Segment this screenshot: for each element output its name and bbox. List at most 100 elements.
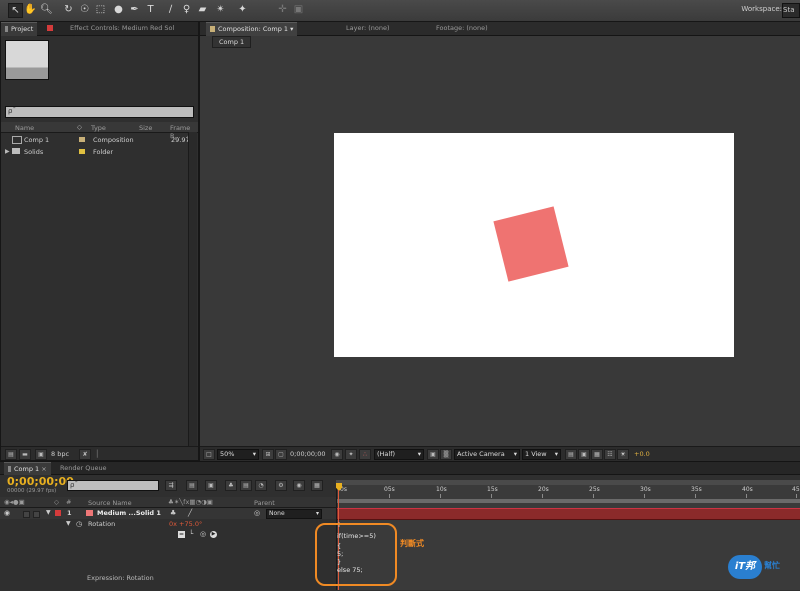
eye-icon[interactable]: ◉ bbox=[4, 509, 10, 517]
lock-toggle[interactable] bbox=[33, 511, 40, 518]
exposure-value[interactable]: +0.0 bbox=[634, 450, 650, 458]
puppet-pin-tool-icon[interactable]: ✦ bbox=[236, 3, 249, 16]
resolution-select[interactable]: (Half) ▾ bbox=[374, 449, 424, 460]
disclosure-triangle-icon[interactable]: ▼ bbox=[66, 520, 71, 527]
layer-name[interactable]: Medium ...Solid 1 bbox=[97, 509, 161, 517]
type-tool-icon[interactable]: T bbox=[144, 3, 157, 16]
composition-canvas[interactable] bbox=[334, 133, 734, 357]
frame-blending-icon[interactable]: ▤ bbox=[240, 480, 252, 491]
tab-composition[interactable]: Composition: Comp 1 ▾ bbox=[206, 22, 298, 36]
pen-tool-icon[interactable]: ✒ bbox=[128, 3, 141, 16]
layer-label-swatch[interactable] bbox=[55, 510, 61, 516]
reset-exposure-icon[interactable]: ☀ bbox=[617, 449, 629, 460]
eraser-tool-icon[interactable]: ▰ bbox=[196, 3, 209, 16]
work-area-bar[interactable] bbox=[337, 499, 800, 503]
tab-render-queue[interactable]: Render Queue bbox=[56, 462, 111, 474]
graph-editor-icon[interactable]: ▦ bbox=[311, 480, 323, 491]
col-type[interactable]: Type bbox=[91, 124, 106, 132]
toggle-pixel-aspect-icon[interactable]: ▤ bbox=[565, 449, 577, 460]
pick-whip-icon[interactable]: ◎ bbox=[254, 509, 260, 517]
pan-behind-tool-icon[interactable]: ⬚ bbox=[94, 3, 107, 16]
tab-layer[interactable]: Layer: (none) bbox=[342, 22, 394, 35]
medium-red-solid-layer[interactable] bbox=[493, 206, 569, 282]
bit-depth-button[interactable]: 8 bpc bbox=[51, 450, 69, 458]
disclosure-triangle-icon[interactable]: ▶ bbox=[5, 148, 10, 155]
comp-flowchart-icon[interactable]: ☷ bbox=[604, 449, 616, 460]
rectangle-tool-icon[interactable]: ● bbox=[112, 3, 125, 16]
always-preview-icon[interactable]: □ bbox=[203, 449, 215, 460]
hide-shy-layers-icon[interactable]: ♣ bbox=[225, 480, 237, 491]
table-row[interactable]: ▼ ◷ Rotation 0x +75.0° bbox=[0, 519, 336, 530]
tab-project[interactable]: Project bbox=[1, 22, 38, 36]
col-name[interactable]: Name bbox=[15, 124, 34, 132]
label-color-swatch[interactable] bbox=[79, 137, 85, 142]
view-layout-select[interactable]: 1 View ▾ bbox=[522, 449, 561, 460]
new-composition-icon[interactable]: ▣ bbox=[35, 449, 47, 460]
tab-effect-controls[interactable]: Effect Controls: Medium Red Sol bbox=[43, 22, 178, 35]
layer-duration-bar[interactable] bbox=[337, 508, 800, 520]
snapshot-camera-icon[interactable]: ◉ bbox=[331, 449, 343, 460]
current-time-display[interactable]: 0;00;00;00 bbox=[290, 450, 326, 458]
project-search-input[interactable]: ρˉ bbox=[5, 106, 194, 118]
magnification-select[interactable]: 50% ▾ bbox=[217, 449, 259, 460]
col-source-name[interactable]: Source Name bbox=[88, 499, 132, 507]
chevron-down-icon[interactable]: ▾ bbox=[290, 25, 293, 33]
interpret-footage-icon[interactable]: ▤ bbox=[5, 449, 17, 460]
col-size[interactable]: Size bbox=[139, 124, 152, 132]
solo-toggle[interactable] bbox=[23, 511, 30, 518]
disclosure-triangle-icon[interactable]: ▼ bbox=[46, 509, 51, 516]
selection-tool-icon[interactable]: ↖ bbox=[8, 3, 23, 18]
safe-margins-icon[interactable]: ⊞ bbox=[262, 449, 274, 460]
show-snapshot-icon[interactable]: ✦ bbox=[345, 449, 357, 460]
graph-icon[interactable]: └ bbox=[189, 530, 193, 538]
list-item[interactable]: Comp 1 Composition 29.97 ☷ bbox=[1, 135, 198, 146]
label-color-swatch[interactable] bbox=[79, 149, 85, 154]
timeline-icon[interactable]: ▦ bbox=[591, 449, 603, 460]
mask-visibility-icon[interactable]: ▢ bbox=[275, 449, 287, 460]
axis-world-icon[interactable]: ▣ bbox=[292, 3, 305, 16]
project-scrollbar[interactable] bbox=[188, 132, 197, 450]
region-of-interest-icon[interactable]: ▣ bbox=[427, 449, 439, 460]
quality-switch-icon[interactable]: ╱ bbox=[188, 509, 192, 517]
comp-navigator-tab[interactable]: Comp 1 bbox=[212, 36, 252, 48]
enable-expression-icon[interactable]: = bbox=[178, 531, 185, 538]
zoom-tool-icon[interactable]: 🔍︎ bbox=[40, 3, 53, 16]
brainstorm-icon[interactable]: ⚙ bbox=[275, 480, 287, 491]
item-type: Composition bbox=[93, 136, 134, 144]
roto-brush-tool-icon[interactable]: ✴ bbox=[214, 3, 227, 16]
shy-switch-icon[interactable]: ♣ bbox=[170, 509, 176, 517]
table-row[interactable]: ◉ ▼ 1 Medium ...Solid 1 ♣ ╱ ◎ None ▾ bbox=[0, 508, 336, 519]
axis-mode-icon[interactable]: ✛ bbox=[276, 3, 289, 16]
hand-tool-icon[interactable]: ✋ bbox=[24, 3, 37, 16]
tab-comp-1[interactable]: Comp 1 × bbox=[4, 462, 51, 475]
draft-3d-icon[interactable]: ▣ bbox=[205, 480, 217, 491]
workspace-select[interactable]: Sta bbox=[782, 3, 800, 18]
live-update-icon[interactable]: ▤ bbox=[186, 480, 198, 491]
color-channels-icon[interactable]: ∴ bbox=[359, 449, 371, 460]
orbit-camera-tool-icon[interactable]: ☉ bbox=[78, 3, 91, 16]
ruler-tick bbox=[593, 494, 594, 498]
pick-whip-icon[interactable]: ◎ bbox=[200, 530, 206, 538]
timeline-search-input[interactable]: ρˉ bbox=[67, 480, 159, 491]
language-menu-icon[interactable]: ▶ bbox=[210, 531, 217, 538]
camera-select[interactable]: Active Camera ▾ bbox=[454, 449, 520, 460]
clone-stamp-tool-icon[interactable]: ♀ bbox=[180, 3, 193, 16]
brush-tool-icon[interactable]: ∕ bbox=[164, 3, 177, 16]
col-parent[interactable]: Parent bbox=[254, 499, 275, 507]
list-item[interactable]: ▶ Solids Folder bbox=[1, 147, 198, 158]
tab-footage[interactable]: Footage: (none) bbox=[432, 22, 492, 35]
new-folder-icon[interactable]: ▬ bbox=[19, 449, 31, 460]
close-icon[interactable]: × bbox=[41, 465, 46, 473]
rotation-tool-icon[interactable]: ↻ bbox=[62, 3, 75, 16]
motion-blur-icon[interactable]: ◔ bbox=[255, 480, 267, 491]
auto-keyframe-icon[interactable]: ◉ bbox=[293, 480, 305, 491]
stopwatch-icon[interactable]: ◷ bbox=[76, 520, 82, 528]
delete-icon[interactable]: ✘ bbox=[79, 449, 91, 460]
property-value[interactable]: 0x +75.0° bbox=[169, 520, 202, 528]
transparency-grid-icon[interactable]: ▒ bbox=[440, 449, 452, 460]
parent-select[interactable]: None ▾ bbox=[266, 509, 322, 519]
comp-mini-flowchart-icon[interactable]: ⇶ bbox=[165, 480, 177, 491]
time-navigator[interactable] bbox=[336, 480, 800, 485]
timeline-timecode[interactable]: 0;00;00;00 bbox=[7, 475, 74, 488]
fast-previews-icon[interactable]: ▣ bbox=[578, 449, 590, 460]
